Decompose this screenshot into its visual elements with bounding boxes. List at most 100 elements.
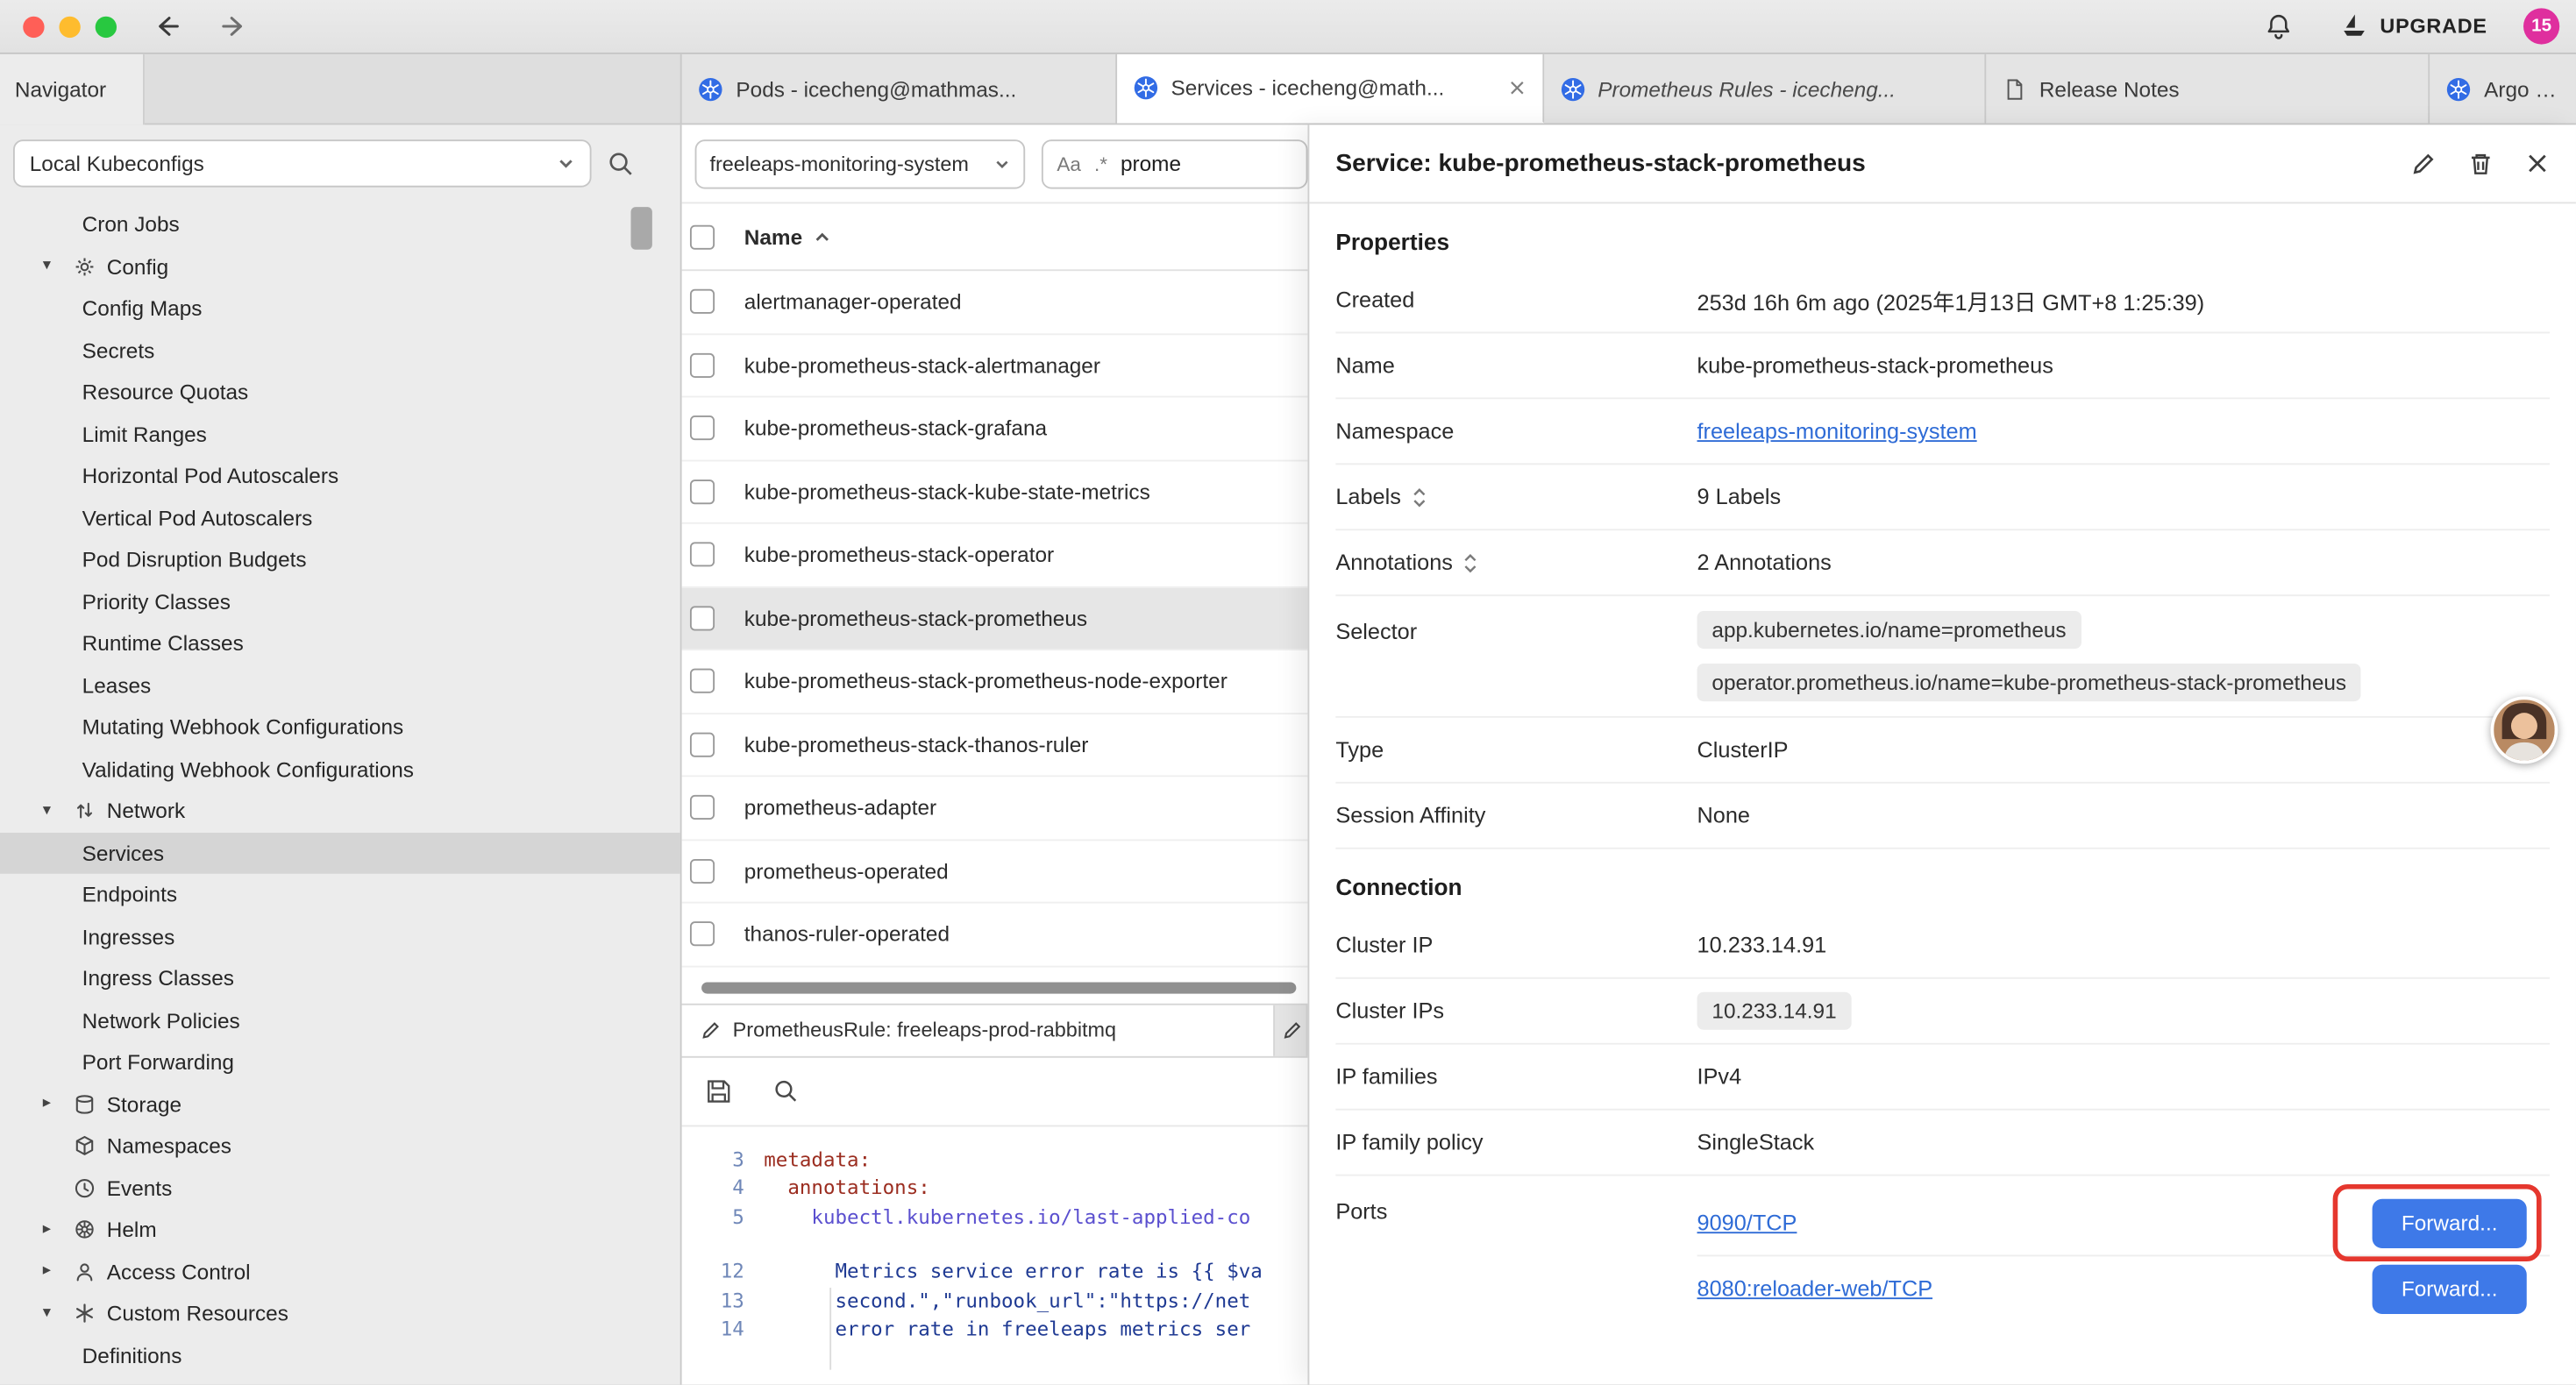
sidebar-group-network[interactable]: ▾ Network xyxy=(0,790,680,832)
row-checkbox[interactable] xyxy=(690,543,715,567)
sidebar-item-runtime-classes[interactable]: Runtime Classes xyxy=(0,622,680,664)
close-icon[interactable] xyxy=(2525,151,2550,175)
tab-prometheus-rules[interactable]: Prometheus Rules - icecheng... xyxy=(1543,54,1986,124)
yaml-editor[interactable]: 3metadata: 4 annotations: 5 kubectl.kube… xyxy=(682,1126,1308,1344)
sidebar-item-endpoints[interactable]: Endpoints xyxy=(0,874,680,916)
port-link-9090[interactable]: 9090/TCP xyxy=(1697,1211,1797,1235)
property-label: Annotations xyxy=(1335,550,1453,575)
annotations-count[interactable]: 2 Annotations xyxy=(1697,550,2550,575)
table-row[interactable]: kube-prometheus-stack-alertmanager xyxy=(682,334,1308,397)
code-line: annotations: xyxy=(764,1175,930,1204)
sidebar-item-leases[interactable]: Leases xyxy=(0,664,680,707)
forward-port-button[interactable]: Forward... xyxy=(2373,1198,2527,1247)
editor-search-icon[interactable] xyxy=(772,1077,799,1104)
sidebar-item-secrets[interactable]: Secrets xyxy=(0,330,680,372)
edit-icon[interactable] xyxy=(2410,150,2437,176)
column-header-name[interactable]: Name xyxy=(744,224,802,249)
delete-icon[interactable] xyxy=(2467,150,2494,176)
minimize-window-button[interactable] xyxy=(59,16,80,37)
table-row[interactable]: alertmanager-operated xyxy=(682,271,1308,334)
regex-toggle[interactable]: .* xyxy=(1094,152,1107,174)
close-window-button[interactable] xyxy=(23,16,44,37)
row-checkbox[interactable] xyxy=(690,858,715,883)
notification-count-badge[interactable]: 15 xyxy=(2523,8,2559,44)
sidebar-item-mutating-webhook-configurations[interactable]: Mutating Webhook Configurations xyxy=(0,707,680,749)
table-row[interactable]: kube-prometheus-stack-operator xyxy=(682,524,1308,587)
sidebar-group-custom-resources[interactable]: ▾ Custom Resources xyxy=(0,1293,680,1335)
zoom-window-button[interactable] xyxy=(96,16,117,37)
row-checkbox[interactable] xyxy=(690,795,715,820)
row-checkbox[interactable] xyxy=(690,922,715,947)
upgrade-button[interactable]: UPGRADE xyxy=(2339,11,2487,41)
sidebar-group-events[interactable]: Events xyxy=(0,1167,680,1209)
table-row[interactable]: prometheus-operated xyxy=(682,840,1308,903)
search-input[interactable]: Aa .* prome xyxy=(1042,138,1308,188)
sidebar-item-network-policies[interactable]: Network Policies xyxy=(0,999,680,1041)
sidebar-item-resource-quotas[interactable]: Resource Quotas xyxy=(0,371,680,413)
sort-ascending-icon[interactable] xyxy=(814,228,832,246)
sidebar-group-storage[interactable]: ▸ Storage xyxy=(0,1083,680,1126)
row-checkbox[interactable] xyxy=(690,669,715,693)
table-row-selected[interactable]: kube-prometheus-stack-prometheus xyxy=(682,587,1308,650)
sidebar-item-config-maps[interactable]: Config Maps xyxy=(0,288,680,330)
sidebar-item-priority-classes[interactable]: Priority Classes xyxy=(0,580,680,622)
port-link-8080[interactable]: 8080:reloader-web/TCP xyxy=(1697,1276,1933,1301)
notifications-bell-icon[interactable] xyxy=(2263,11,2293,41)
sidebar-item-cron-jobs[interactable]: Cron Jobs xyxy=(0,203,680,245)
sidebar-group-access-control[interactable]: ▸ Access Control xyxy=(0,1251,680,1293)
sidebar-item-ingress-classes[interactable]: Ingress Classes xyxy=(0,957,680,999)
table-row[interactable]: kube-prometheus-stack-kube-state-metrics xyxy=(682,461,1308,524)
avatar[interactable] xyxy=(2491,696,2558,764)
forward-port-button[interactable]: Forward... xyxy=(2373,1264,2527,1313)
tab-argo[interactable]: Argo S... xyxy=(2430,54,2576,124)
sidebar-item-pod-disruption-budgets[interactable]: Pod Disruption Budgets xyxy=(0,539,680,581)
editor-tab-next[interactable] xyxy=(1275,1005,1307,1055)
table-row[interactable]: kube-prometheus-stack-prometheus-node-ex… xyxy=(682,650,1308,714)
row-checkbox[interactable] xyxy=(690,416,715,441)
row-checkbox[interactable] xyxy=(690,352,715,377)
back-button[interactable] xyxy=(153,11,182,41)
table-row[interactable]: kube-prometheus-stack-thanos-ruler xyxy=(682,714,1308,777)
sidebar-search-icon[interactable] xyxy=(606,149,634,177)
sidebar-scrollbar-thumb[interactable] xyxy=(631,207,652,250)
namespace-dropdown[interactable]: freeleaps-monitoring-system xyxy=(695,138,1026,188)
tab-pods[interactable]: Pods - icecheng@mathmas... xyxy=(682,54,1117,124)
section-heading-properties: Properties xyxy=(1335,228,2550,254)
close-tab-icon[interactable] xyxy=(1507,79,1526,97)
sidebar-group-helm[interactable]: ▸ Helm xyxy=(0,1209,680,1251)
tab-release-notes[interactable]: Release Notes xyxy=(1987,54,2430,124)
row-checkbox[interactable] xyxy=(690,606,715,630)
sidebar-group-config[interactable]: ▾ Config xyxy=(0,245,680,288)
chevron-down-icon: ▾ xyxy=(43,1305,62,1322)
match-case-toggle[interactable]: Aa xyxy=(1057,152,1081,174)
namespace-link[interactable]: freeleaps-monitoring-system xyxy=(1697,419,1977,444)
row-checkbox[interactable] xyxy=(690,732,715,756)
tab-navigator[interactable]: Navigator xyxy=(0,54,145,125)
kubeconfig-dropdown[interactable]: Local Kubeconfigs xyxy=(13,138,592,186)
sidebar-item-ingresses[interactable]: Ingresses xyxy=(0,916,680,958)
row-checkbox[interactable] xyxy=(690,289,715,314)
sidebar-item-services[interactable]: Services xyxy=(0,832,680,874)
select-all-checkbox[interactable] xyxy=(690,224,715,249)
labels-count[interactable]: 9 Labels xyxy=(1697,485,2550,509)
horizontal-scrollbar-thumb[interactable] xyxy=(701,982,1296,993)
sidebar-item-port-forwarding[interactable]: Port Forwarding xyxy=(0,1041,680,1083)
expand-collapse-icon[interactable] xyxy=(1462,551,1479,574)
table-row[interactable]: thanos-ruler-operated xyxy=(682,904,1308,967)
table-row[interactable]: prometheus-adapter xyxy=(682,777,1308,840)
editor-tab-prometheusrule[interactable]: PrometheusRule: freeleaps-prod-rabbitmq xyxy=(682,1005,1275,1055)
table-row[interactable]: kube-prometheus-stack-grafana xyxy=(682,397,1308,460)
sidebar-item-horizontal-pod-autoscalers[interactable]: Horizontal Pod Autoscalers xyxy=(0,455,680,497)
expand-collapse-icon[interactable] xyxy=(1411,486,1427,508)
sidebar-group-namespaces[interactable]: Namespaces xyxy=(0,1125,680,1167)
forward-button[interactable] xyxy=(218,11,248,41)
row-checkbox[interactable] xyxy=(690,479,715,504)
tab-services[interactable]: Services - icecheng@math... xyxy=(1117,54,1544,124)
sidebar-item-definitions[interactable]: Definitions xyxy=(0,1334,680,1376)
save-icon[interactable] xyxy=(705,1076,733,1104)
sidebar-item-validating-webhook-configurations[interactable]: Validating Webhook Configurations xyxy=(0,748,680,790)
sidebar-item-vertical-pod-autoscalers[interactable]: Vertical Pod Autoscalers xyxy=(0,497,680,539)
sidebar-item-limit-ranges[interactable]: Limit Ranges xyxy=(0,413,680,455)
navigator-strip: Navigator xyxy=(0,54,682,124)
tab-label: Services - icecheng@math... xyxy=(1171,75,1495,100)
